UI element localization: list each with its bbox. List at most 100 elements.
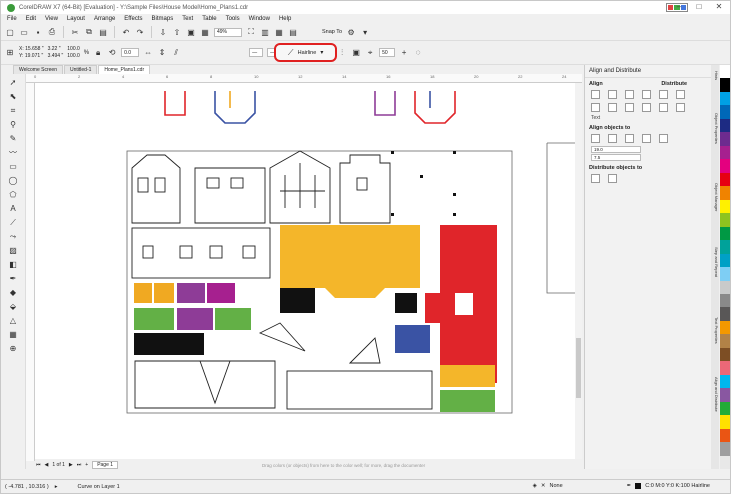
transparency-tool-icon[interactable]: ◧ bbox=[7, 260, 19, 270]
menu-effects[interactable]: Effects bbox=[124, 16, 142, 22]
minimize-button[interactable]: ‒ bbox=[674, 2, 684, 11]
size-fields[interactable]: 3.22 " 3.494 " bbox=[48, 46, 64, 59]
color-swatch[interactable] bbox=[720, 388, 730, 402]
menu-file[interactable]: File bbox=[7, 16, 17, 22]
last-page-icon[interactable]: ⏭ bbox=[77, 462, 82, 468]
print-icon[interactable]: ⎙ bbox=[47, 27, 57, 37]
scale-fields[interactable]: 100.0 100.0 bbox=[67, 46, 80, 59]
zoom-level-field[interactable]: 49% bbox=[214, 27, 242, 37]
menu-tools[interactable]: Tools bbox=[226, 16, 240, 22]
show-guides-icon[interactable]: ▤ bbox=[288, 27, 298, 37]
polygon-tool-icon[interactable]: ⬠ bbox=[7, 190, 19, 200]
parallel-dimension-icon[interactable]: ⟋ bbox=[7, 218, 19, 228]
new-document-icon[interactable]: ▢ bbox=[5, 27, 15, 37]
color-swatch[interactable] bbox=[720, 428, 730, 443]
specified-point-icon[interactable] bbox=[659, 134, 668, 143]
shape-tool-icon[interactable]: ⬉ bbox=[7, 92, 19, 102]
y-position[interactable]: Y: 19.071 " bbox=[19, 53, 44, 59]
rectangle-tool-icon[interactable]: ▭ bbox=[7, 162, 19, 172]
menu-edit[interactable]: Edit bbox=[26, 16, 36, 22]
status-play-icon[interactable]: ▸ bbox=[55, 484, 58, 490]
color-swatch[interactable] bbox=[720, 186, 730, 200]
menu-table[interactable]: Table bbox=[202, 16, 216, 22]
full-screen-icon[interactable]: ⛶ bbox=[246, 27, 256, 37]
tab-untitled-1[interactable]: Untitled-1 bbox=[63, 65, 98, 74]
color-swatch[interactable] bbox=[720, 347, 730, 362]
nudge-distance-field[interactable]: 50 bbox=[379, 48, 396, 57]
align-top-icon[interactable] bbox=[591, 103, 600, 112]
more-icon[interactable]: ▾ bbox=[360, 27, 370, 37]
menu-window[interactable]: Window bbox=[249, 16, 270, 22]
tab-welcome-screen[interactable]: Welcome Screen bbox=[13, 65, 63, 74]
ellipse-tool-icon[interactable]: ◯ bbox=[7, 176, 19, 186]
drawing-canvas[interactable] bbox=[35, 83, 575, 459]
distribute-top-icon[interactable] bbox=[642, 103, 651, 112]
color-swatch[interactable] bbox=[720, 91, 730, 106]
color-swatch[interactable] bbox=[720, 240, 730, 254]
start-arrowhead-dropdown[interactable]: — bbox=[249, 48, 264, 57]
side-tab-align-distribute[interactable]: Align and Distribute bbox=[711, 377, 719, 412]
color-swatch[interactable] bbox=[720, 280, 730, 294]
grid-icon[interactable] bbox=[642, 134, 651, 143]
import-icon[interactable]: ⇩ bbox=[158, 27, 168, 37]
add-page-icon[interactable]: + bbox=[85, 462, 88, 468]
mirror-vertical-icon[interactable]: ⇕ bbox=[157, 48, 167, 58]
pick-tool-icon[interactable]: ➚ bbox=[7, 78, 19, 88]
color-swatch[interactable] bbox=[720, 199, 730, 214]
menu-bitmaps[interactable]: Bitmaps bbox=[152, 16, 174, 22]
color-swatch[interactable] bbox=[720, 374, 730, 389]
color-swatch[interactable] bbox=[720, 334, 730, 348]
rotation-angle-field[interactable]: 0.0 bbox=[121, 48, 140, 57]
app-launcher-icon[interactable]: ▦ bbox=[200, 27, 210, 37]
color-swatch[interactable] bbox=[720, 361, 730, 375]
object-origin-icon[interactable]: ⊞ bbox=[5, 48, 15, 58]
color-swatch[interactable] bbox=[720, 132, 730, 146]
outline-pen-tool-icon[interactable]: △ bbox=[7, 316, 19, 326]
color-swatch[interactable] bbox=[720, 213, 730, 227]
artistic-media-icon[interactable]: 〰 bbox=[7, 148, 19, 158]
horizontal-ruler[interactable]: 0 2 4 6 8 10 12 14 16 18 20 22 24 bbox=[26, 74, 582, 83]
menu-text[interactable]: Text bbox=[182, 16, 193, 22]
copy-icon[interactable]: ⧉ bbox=[84, 27, 94, 37]
menu-view[interactable]: View bbox=[45, 16, 58, 22]
color-swatch[interactable] bbox=[720, 118, 730, 133]
next-page-icon[interactable]: ▶ bbox=[69, 462, 73, 468]
color-swatch[interactable] bbox=[720, 455, 730, 470]
show-rulers-icon[interactable]: ▥ bbox=[260, 27, 270, 37]
color-swatch[interactable] bbox=[720, 159, 730, 173]
align-bottom-icon[interactable] bbox=[625, 103, 634, 112]
color-swatch[interactable] bbox=[720, 145, 730, 160]
convert-to-curves-icon[interactable]: ◌ bbox=[413, 48, 423, 58]
export-icon[interactable]: ⇧ bbox=[172, 27, 182, 37]
distribute-left-icon[interactable] bbox=[642, 90, 651, 99]
prev-page-icon[interactable]: ◀ bbox=[45, 462, 49, 468]
active-objects-icon[interactable] bbox=[591, 134, 600, 143]
side-tab-step-and-repeat[interactable]: Step and Repeat bbox=[711, 247, 719, 277]
color-swatch[interactable] bbox=[720, 105, 730, 119]
x-position[interactable]: X: 15.658 " bbox=[19, 46, 44, 52]
distribute-right-icon[interactable] bbox=[676, 90, 685, 99]
align-left-icon[interactable] bbox=[591, 90, 600, 99]
menu-layout[interactable]: Layout bbox=[67, 16, 85, 22]
undo-icon[interactable]: ↶ bbox=[121, 27, 131, 37]
align-center-h-icon[interactable] bbox=[608, 90, 617, 99]
text-tool-icon[interactable]: A bbox=[7, 204, 19, 214]
zoom-tool-icon[interactable]: ⚲ bbox=[7, 120, 19, 130]
color-swatch[interactable] bbox=[720, 78, 730, 92]
distribute-page-icon[interactable] bbox=[608, 174, 617, 183]
color-swatch[interactable] bbox=[720, 442, 730, 456]
tab-home-plans[interactable]: Home_Plans1.cdr bbox=[98, 65, 151, 74]
point-x-field[interactable]: 19.0 bbox=[591, 146, 641, 153]
point-y-field[interactable]: 7.5 bbox=[591, 154, 641, 161]
page-1-tab[interactable]: Page 1 bbox=[92, 461, 119, 469]
mesh-fill-icon[interactable]: ▦ bbox=[7, 330, 19, 340]
align-center-v-icon[interactable] bbox=[608, 103, 617, 112]
distribute-bottom-icon[interactable] bbox=[676, 103, 685, 112]
break-apart-icon[interactable]: ⫽ bbox=[171, 48, 181, 58]
first-page-icon[interactable]: ⏮ bbox=[36, 462, 41, 468]
outline-width-dropdown[interactable]: Hairline bbox=[298, 50, 317, 56]
side-tab-object-manager[interactable]: Object Manager bbox=[711, 183, 719, 211]
scale-height[interactable]: 100.0 bbox=[67, 53, 80, 59]
align-right-icon[interactable] bbox=[625, 90, 634, 99]
menu-arrange[interactable]: Arrange bbox=[94, 16, 115, 22]
